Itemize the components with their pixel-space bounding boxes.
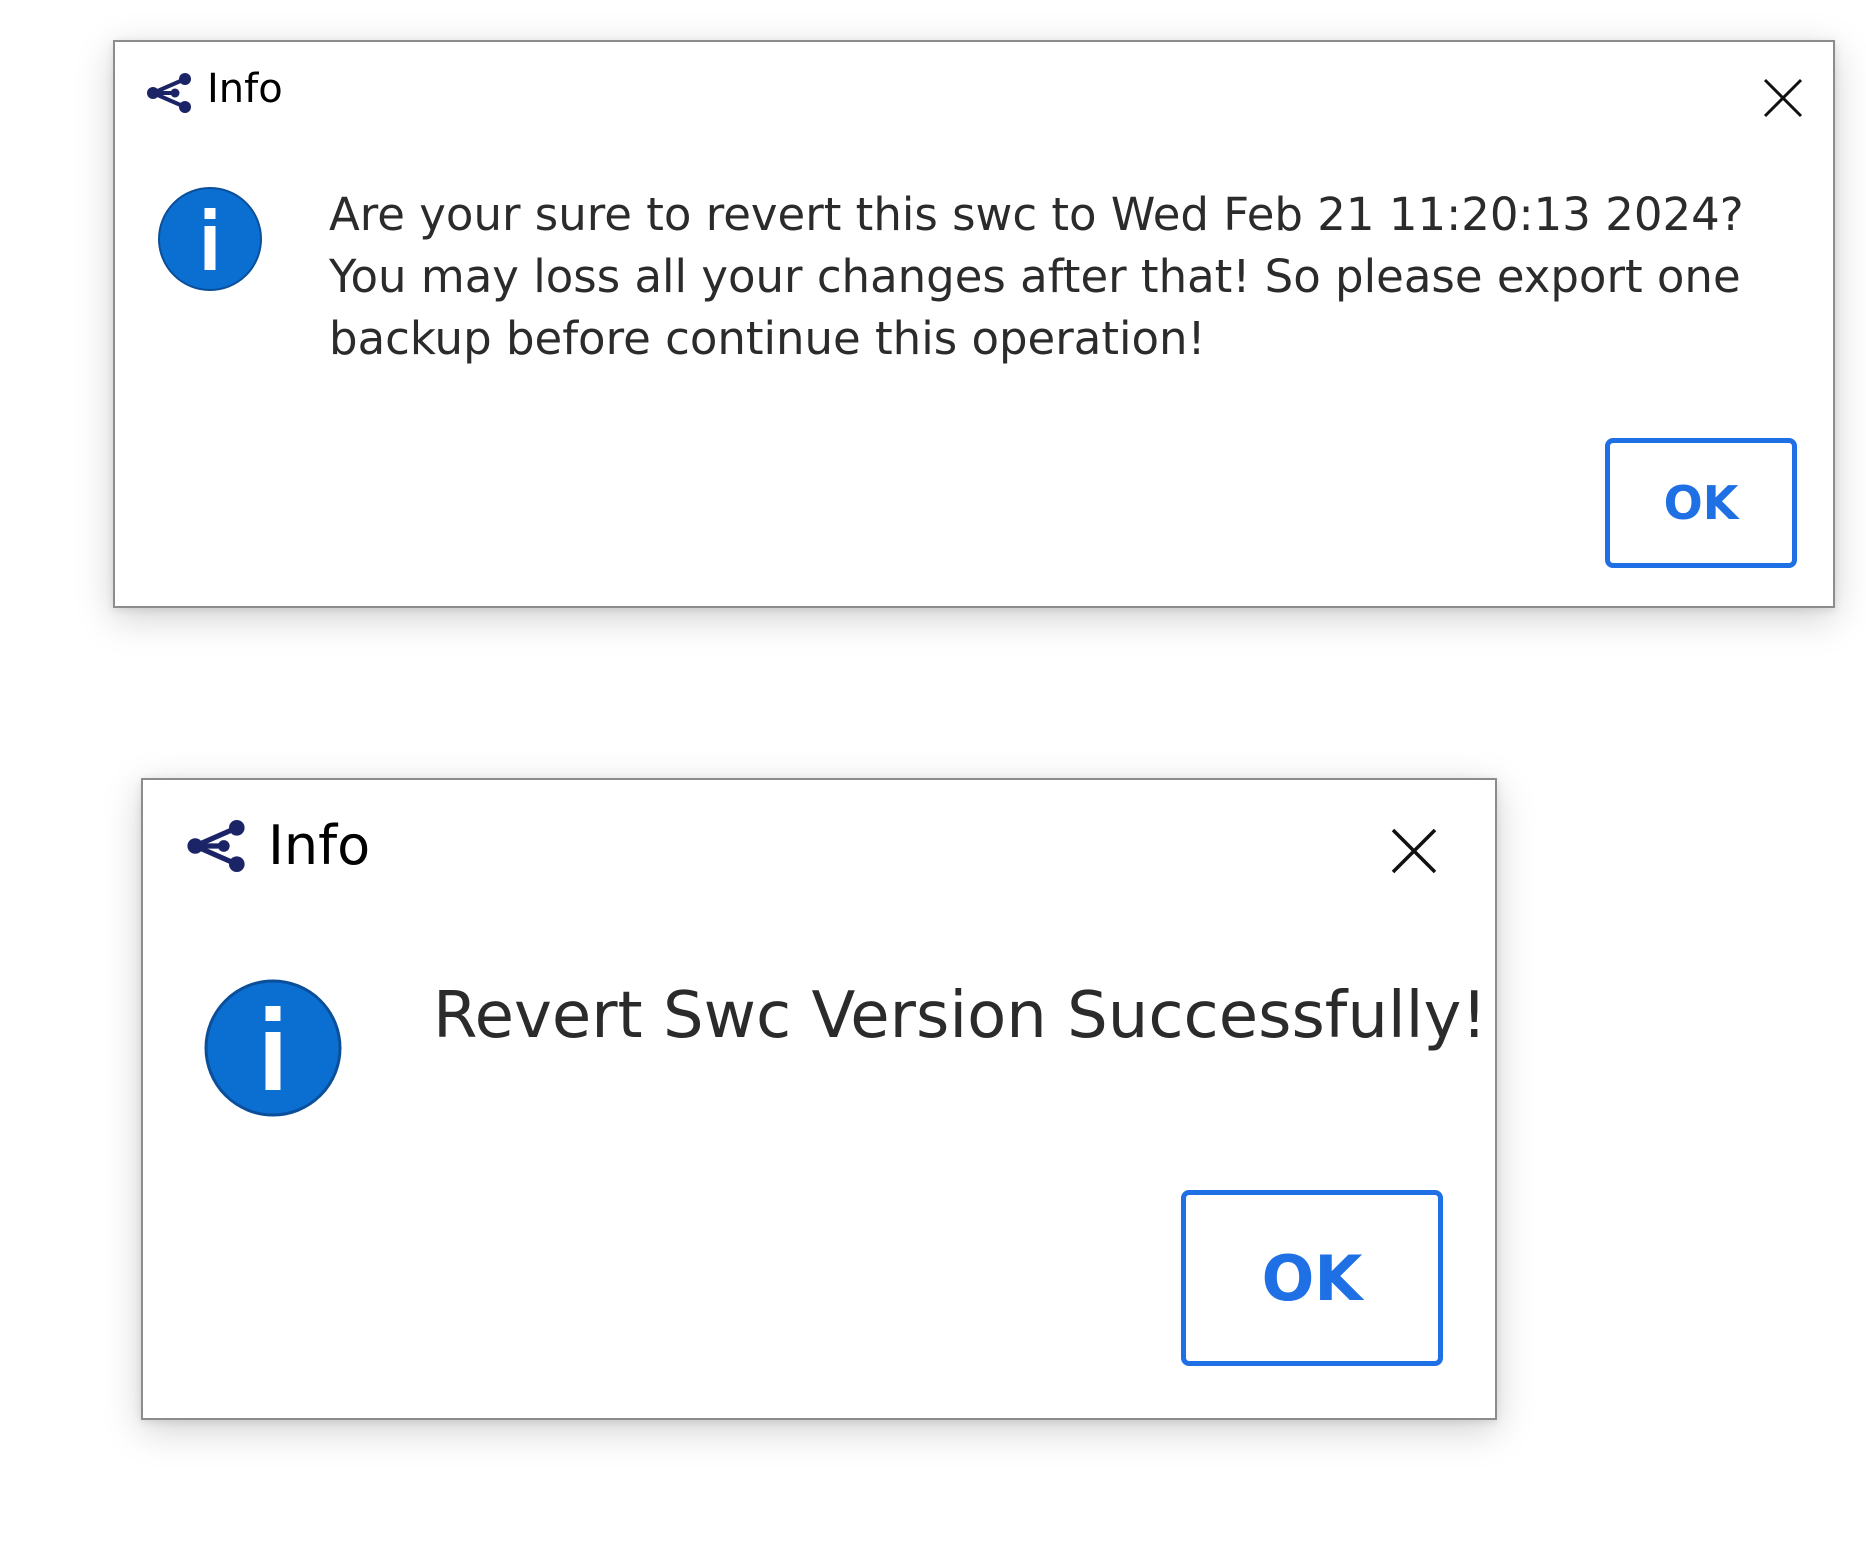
dialog-title: Info <box>207 66 283 112</box>
info-icon <box>158 187 262 291</box>
share-node-icon <box>147 73 191 113</box>
ok-button[interactable]: OK <box>1605 438 1797 568</box>
message-line: You may loss all your changes after that… <box>329 250 1741 303</box>
dialog-titlebar[interactable]: Info <box>115 42 1833 142</box>
close-icon[interactable] <box>1755 70 1811 126</box>
dialog-message: Are your sure to revert this swc to Wed … <box>329 184 1809 370</box>
info-icon <box>204 979 342 1117</box>
dialog-message: Revert Swc Version Successfully! <box>433 979 1487 1053</box>
revert-confirm-dialog: Info Are your sure to revert this swc to… <box>113 40 1835 608</box>
dialog-titlebar[interactable]: Info <box>143 780 1495 920</box>
share-node-icon <box>187 820 245 872</box>
revert-success-dialog: Info Revert Swc Version Successfully! OK <box>141 778 1497 1420</box>
ok-button[interactable]: OK <box>1181 1190 1443 1366</box>
close-icon[interactable] <box>1381 818 1447 884</box>
message-line: backup before continue this operation! <box>329 312 1206 365</box>
dialog-title: Info <box>268 814 371 877</box>
message-line: Are your sure to revert this swc to Wed … <box>329 188 1744 241</box>
